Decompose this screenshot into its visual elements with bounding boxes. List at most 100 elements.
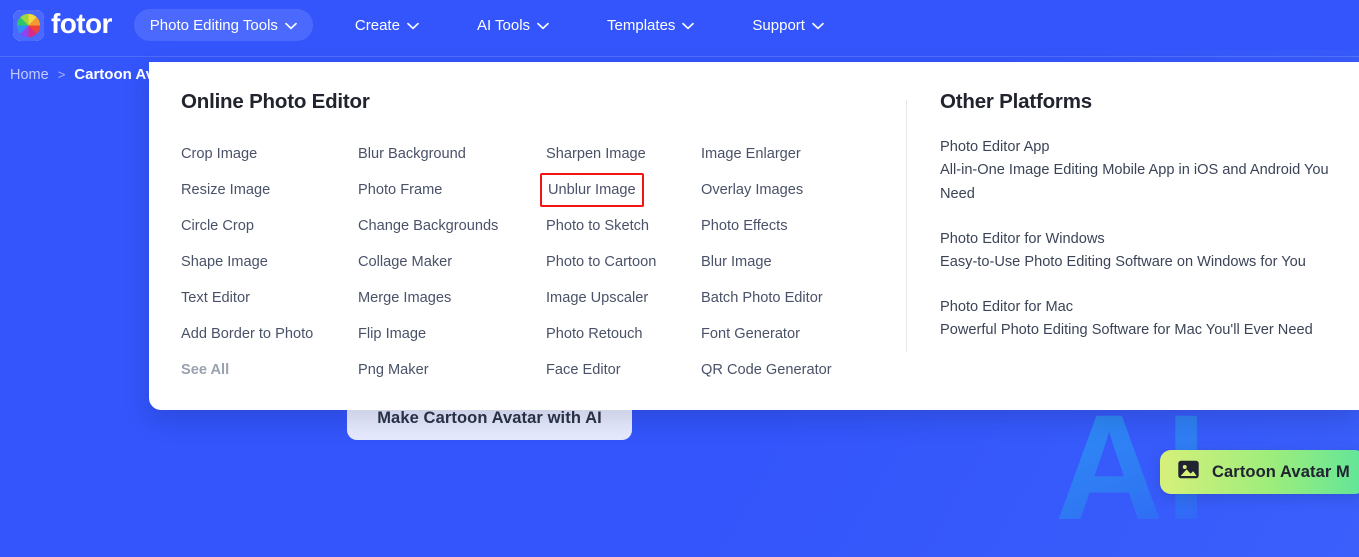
chevron-down-icon: [285, 17, 297, 34]
tool-link-cell: Blur Background: [358, 136, 546, 172]
tool-link-photo-effects[interactable]: Photo Effects: [701, 218, 788, 234]
platform-description: All-in-One Image Editing Mobile App in i…: [940, 162, 1329, 202]
platform-item: Photo Editor for Windows Easy-to-Use Phot…: [940, 228, 1359, 274]
nav-item-label: Templates: [607, 16, 676, 34]
tool-link-cell: Unblur Image: [540, 172, 701, 208]
tool-links-grid: Crop Image Blur Background Sharpen Image Im…: [181, 136, 906, 388]
nav-item-photo-editing-tools[interactable]: Photo Editing Tools: [133, 9, 313, 41]
tool-link-cell: Png Maker: [358, 352, 546, 388]
tool-link-cell: Image Enlarger: [701, 136, 906, 172]
chevron-down-icon: [812, 17, 824, 34]
tool-link-image-upscaler[interactable]: Image Upscaler: [546, 290, 648, 306]
nav-item-templates[interactable]: Templates: [591, 9, 710, 41]
tool-link-cell: Collage Maker: [358, 244, 546, 280]
tool-link-photo-frame[interactable]: Photo Frame: [358, 182, 442, 198]
fotor-wordmark: fotor: [51, 8, 112, 39]
tool-link-cell: Image Upscaler: [546, 280, 701, 316]
platform-name-link[interactable]: Photo Editor for Windows: [940, 228, 1359, 250]
breadcrumb: Home > Cartoon Av: [10, 66, 154, 83]
platform-description: Easy-to-Use Photo Editing Software on Wi…: [940, 254, 1306, 270]
tool-link-cell: Photo to Sketch: [546, 208, 701, 244]
photo-editing-tools-dropdown: Online Photo Editor Crop Image Blur Backg…: [149, 62, 1359, 410]
tool-link-qr-code-generator[interactable]: QR Code Generator: [701, 362, 832, 378]
tool-link-unblur-image[interactable]: Unblur Image: [540, 173, 644, 207]
platform-name-link[interactable]: Photo Editor App: [940, 136, 1359, 158]
nav-item-label: Support: [752, 16, 805, 34]
tool-link-blur-background[interactable]: Blur Background: [358, 146, 466, 162]
tool-link-photo-to-sketch[interactable]: Photo to Sketch: [546, 218, 649, 234]
tool-link-cell: Photo Effects: [701, 208, 906, 244]
cartoon-avatar-badge-label: Cartoon Avatar M: [1212, 462, 1350, 481]
nav-item-create[interactable]: Create: [339, 9, 435, 41]
nav-item-label: AI Tools: [476, 16, 531, 34]
tool-link-cell: See All: [181, 352, 358, 388]
tool-link-cell: Flip Image: [358, 316, 546, 352]
tool-link-merge-images[interactable]: Merge Images: [358, 290, 451, 306]
tool-link-cell: Overlay Images: [701, 172, 906, 208]
nav-menu: Photo Editing Tools Create AI Tools Temp…: [133, 9, 866, 41]
tool-link-sharpen-image[interactable]: Sharpen Image: [546, 146, 646, 162]
tool-link-cell: Change Backgrounds: [358, 208, 546, 244]
nav-item-support[interactable]: Support: [736, 9, 840, 41]
tool-link-overlay-images[interactable]: Overlay Images: [701, 182, 803, 198]
tool-link-cell: Crop Image: [181, 136, 358, 172]
tool-link-change-backgrounds[interactable]: Change Backgrounds: [358, 218, 498, 234]
other-platforms-section: Other Platforms Photo Editor App All-in-O…: [907, 90, 1359, 410]
tool-link-cell: Photo to Cartoon: [546, 244, 701, 280]
fotor-logo[interactable]: fotor: [13, 8, 112, 41]
platform-description: Powerful Photo Editing Software for Mac …: [940, 322, 1313, 338]
nav-item-label: Create: [354, 16, 400, 34]
tool-link-cell: Blur Image: [701, 244, 906, 280]
tool-link-cell: Resize Image: [181, 172, 358, 208]
section-title-online-photo-editor: Online Photo Editor: [181, 90, 370, 113]
tool-link-flip-image[interactable]: Flip Image: [358, 326, 426, 342]
nav-bottom-divider: [0, 56, 1359, 57]
nav-item-ai-tools[interactable]: AI Tools: [461, 9, 565, 41]
tool-link-image-enlarger[interactable]: Image Enlarger: [701, 146, 801, 162]
platform-item: Photo Editor for Mac Powerful Photo Editi…: [940, 296, 1359, 342]
tool-link-cell: Sharpen Image: [546, 136, 701, 172]
platform-list: Photo Editor App All-in-One Image Editing…: [940, 136, 1359, 342]
breadcrumb-current-page: Cartoon Av: [74, 66, 155, 83]
tool-link-cell: Photo Retouch: [546, 316, 701, 352]
tool-link-cell: Merge Images: [358, 280, 546, 316]
tool-link-add-border-to-photo[interactable]: Add Border to Photo: [181, 326, 313, 342]
chevron-down-icon: [407, 17, 419, 34]
tool-link-text-editor[interactable]: Text Editor: [181, 290, 250, 306]
tool-link-batch-photo-editor[interactable]: Batch Photo Editor: [701, 290, 823, 306]
color-wheel-icon: [13, 9, 44, 41]
tool-link-crop-image[interactable]: Crop Image: [181, 146, 257, 162]
tool-link-photo-retouch[interactable]: Photo Retouch: [546, 326, 643, 342]
tool-link-cell: Face Editor: [546, 352, 701, 388]
tool-link-collage-maker[interactable]: Collage Maker: [358, 254, 452, 270]
tool-link-shape-image[interactable]: Shape Image: [181, 254, 268, 270]
tool-link-png-maker[interactable]: Png Maker: [358, 362, 429, 378]
platform-name-link[interactable]: Photo Editor for Mac: [940, 296, 1359, 318]
chevron-down-icon: [537, 17, 549, 34]
tool-link-font-generator[interactable]: Font Generator: [701, 326, 800, 342]
online-photo-editor-section: Online Photo Editor Crop Image Blur Backg…: [181, 90, 906, 410]
nav-item-label: Photo Editing Tools: [149, 16, 278, 34]
tool-link-cell: Shape Image: [181, 244, 358, 280]
tool-link-circle-crop[interactable]: Circle Crop: [181, 218, 254, 234]
cartoon-avatar-badge[interactable]: Cartoon Avatar M: [1160, 450, 1359, 494]
tool-link-photo-to-cartoon[interactable]: Photo to Cartoon: [546, 254, 656, 270]
chevron-down-icon: [682, 17, 695, 34]
platform-item: Photo Editor App All-in-One Image Editing…: [940, 136, 1359, 206]
tool-link-see-all[interactable]: See All: [181, 362, 229, 378]
image-icon: [1176, 457, 1201, 487]
breadcrumb-home-link[interactable]: Home: [10, 67, 49, 83]
tool-link-face-editor[interactable]: Face Editor: [546, 362, 621, 378]
tool-link-cell: Add Border to Photo: [181, 316, 358, 352]
tool-link-cell: Circle Crop: [181, 208, 358, 244]
top-navigation-bar: fotor Photo Editing Tools Create AI Tool…: [0, 0, 1359, 50]
tool-link-cell: Font Generator: [701, 316, 906, 352]
section-title-other-platforms: Other Platforms: [940, 90, 1092, 113]
breadcrumb-separator-icon: >: [57, 67, 66, 82]
tool-link-cell: Batch Photo Editor: [701, 280, 906, 316]
tool-link-cell: QR Code Generator: [701, 352, 906, 388]
tool-link-blur-image[interactable]: Blur Image: [701, 254, 772, 270]
tool-link-resize-image[interactable]: Resize Image: [181, 182, 270, 198]
tool-link-cell: Text Editor: [181, 280, 358, 316]
tool-link-cell: Photo Frame: [358, 172, 546, 208]
